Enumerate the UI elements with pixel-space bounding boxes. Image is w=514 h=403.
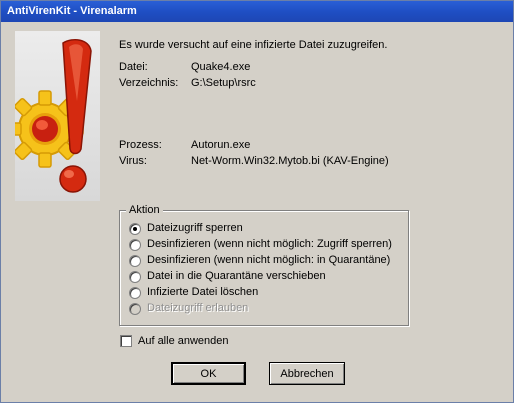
radio-delete-file[interactable] bbox=[129, 287, 141, 299]
radio-disinfect-quarantine[interactable] bbox=[129, 255, 141, 267]
cancel-button[interactable]: Abbrechen bbox=[269, 362, 345, 385]
file-value: Quake4.exe bbox=[191, 61, 251, 73]
process-label: Prozess: bbox=[119, 139, 162, 151]
virus-label: Virus: bbox=[119, 155, 147, 167]
title-bar[interactable]: AntiVirenKit - Virenalarm bbox=[1, 1, 513, 22]
option-disinfect-quarantine[interactable]: Desinfizieren (wenn nicht möglich: in Qu… bbox=[147, 254, 390, 266]
option-block-access[interactable]: Dateizugriff sperren bbox=[147, 222, 243, 234]
directory-value: G:\Setup\rsrc bbox=[191, 77, 256, 89]
radio-allow-access bbox=[129, 303, 141, 315]
option-disinfect-block[interactable]: Desinfizieren (wenn nicht möglich: Zugri… bbox=[147, 238, 392, 250]
apply-all-checkbox[interactable] bbox=[120, 335, 132, 347]
radio-block-access[interactable] bbox=[129, 223, 141, 235]
radio-selected-dot bbox=[133, 227, 137, 231]
warning-logo bbox=[6, 31, 100, 201]
option-move-quarantine[interactable]: Datei in die Quarantäne verschieben bbox=[147, 270, 326, 282]
process-value: Autorun.exe bbox=[191, 139, 251, 151]
alert-message: Es wurde versucht auf eine infizierte Da… bbox=[119, 39, 388, 51]
option-allow-access: Dateizugriff erlauben bbox=[147, 302, 249, 314]
ok-button[interactable]: OK bbox=[171, 362, 246, 385]
file-label: Datei: bbox=[119, 61, 148, 73]
apply-all-label[interactable]: Auf alle anwenden bbox=[138, 335, 229, 347]
window-title: AntiVirenKit - Virenalarm bbox=[7, 5, 137, 17]
radio-disinfect-block[interactable] bbox=[129, 239, 141, 251]
virus-alert-dialog: AntiVirenKit - Virenalarm Es wurde versu… bbox=[0, 0, 514, 403]
directory-label: Verzeichnis: bbox=[119, 77, 179, 89]
virus-value: Net-Worm.Win32.Mytob.bi (KAV-Engine) bbox=[191, 155, 389, 167]
radio-move-quarantine[interactable] bbox=[129, 271, 141, 283]
option-delete-file[interactable]: Infizierte Datei löschen bbox=[147, 286, 258, 298]
action-legend: Aktion bbox=[126, 204, 163, 216]
